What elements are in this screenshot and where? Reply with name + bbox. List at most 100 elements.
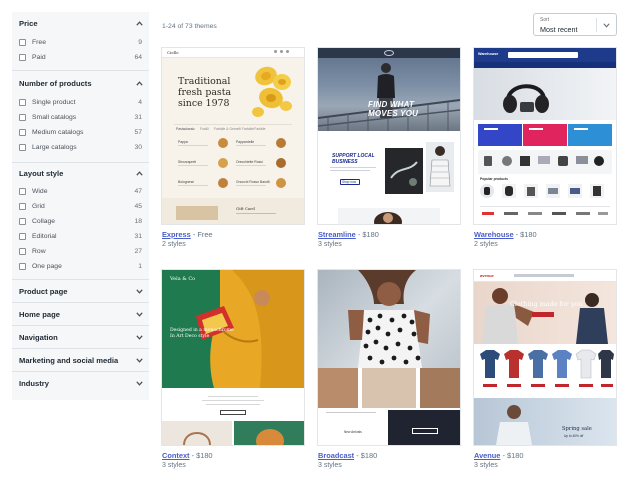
- filter-option[interactable]: One page 1: [19, 261, 142, 271]
- preview-tile: [362, 368, 416, 408]
- theme-card[interactable]: Cielle Traditional fresh pasta since 197…: [162, 48, 304, 250]
- preview-product: [558, 156, 568, 166]
- filter-option-label: Free: [32, 38, 46, 46]
- filter-section-title[interactable]: Home page: [19, 310, 60, 319]
- theme-name-link[interactable]: Broadcast: [318, 451, 354, 460]
- preview-brand-logo: [504, 212, 518, 215]
- checkbox[interactable]: [19, 113, 26, 121]
- checkbox[interactable]: [19, 143, 26, 151]
- filter-option[interactable]: Wide 47: [19, 186, 142, 196]
- filter-option[interactable]: Row 27: [19, 246, 142, 256]
- preview-line: [574, 128, 588, 130]
- theme-name-link[interactable]: Context: [162, 451, 190, 460]
- chevron-down-icon[interactable]: [603, 23, 610, 28]
- preview-button-label: Shop now: [342, 179, 357, 184]
- preview-line: [236, 165, 266, 166]
- filter-option[interactable]: Large catalogs 30: [19, 142, 142, 152]
- filter-section-title[interactable]: Navigation: [19, 333, 58, 342]
- filter-section-number-of-products: Number of products Single product 4 Smal…: [12, 71, 149, 163]
- checkbox[interactable]: [19, 202, 26, 210]
- filter-option[interactable]: Editorial 31: [19, 231, 142, 241]
- preview-brand-logo: [482, 212, 494, 215]
- filter-section-title[interactable]: Layout style: [19, 169, 63, 178]
- theme-card[interactable]: New Arrivals Broadcast - $180 3 styles: [318, 270, 460, 471]
- sort-select[interactable]: Sort Most recent: [533, 13, 617, 36]
- checkbox[interactable]: [19, 247, 26, 255]
- checkbox[interactable]: [19, 187, 26, 195]
- checkbox[interactable]: [19, 38, 26, 46]
- theme-name-link[interactable]: Streamline: [318, 230, 356, 239]
- preview-product: [520, 156, 530, 166]
- checkbox[interactable]: [19, 217, 26, 225]
- chevron-down-icon[interactable]: [136, 289, 143, 294]
- checkbox[interactable]: [19, 232, 26, 240]
- preview-headline-1: Designed in a monochrome: [170, 328, 234, 333]
- filter-section-title[interactable]: Number of products: [19, 79, 92, 88]
- preview-headphones: [503, 84, 549, 113]
- filter-option-count: 47: [134, 187, 142, 195]
- theme-preview-image[interactable]: Warehouse Popular products: [474, 48, 616, 224]
- chevron-down-icon[interactable]: [136, 312, 143, 317]
- filter-section-title[interactable]: Product page: [19, 287, 68, 296]
- filter-option[interactable]: Medium catalogs 57: [19, 127, 142, 137]
- checkbox[interactable]: [19, 262, 26, 270]
- theme-styles-count: 3 styles: [318, 462, 342, 469]
- preview-tab: Fusilli: [200, 127, 209, 131]
- filter-section-title[interactable]: Industry: [19, 379, 49, 388]
- preview-brand: avenue: [480, 273, 494, 278]
- filter-option[interactable]: Small catalogs 31: [19, 112, 142, 122]
- filter-section-title[interactable]: Price: [19, 19, 38, 28]
- theme-card[interactable]: avenue Clothing made for you Spring sale…: [474, 270, 616, 471]
- preview-product: [484, 156, 492, 166]
- theme-price: $180: [360, 451, 378, 460]
- preview-menu-item: Pappa: [178, 140, 188, 144]
- theme-card[interactable]: Vela & Co Designed in a monochrome In Ar…: [162, 270, 304, 471]
- preview-button: [412, 428, 438, 434]
- theme-name-link[interactable]: Avenue: [474, 451, 500, 460]
- theme-meta: Express - Free: [162, 230, 304, 240]
- preview-line: [178, 145, 208, 146]
- filter-section-navigation[interactable]: Navigation: [12, 326, 149, 349]
- filter-option[interactable]: Single product 4: [19, 97, 142, 107]
- filter-section-marketing[interactable]: Marketing and social media: [12, 349, 149, 372]
- filter-option[interactable]: Free 9: [19, 37, 142, 47]
- preview-model: [256, 429, 284, 445]
- preview-tile: [420, 368, 460, 408]
- theme-name-link[interactable]: Warehouse: [474, 230, 514, 239]
- chevron-up-icon[interactable]: [136, 81, 143, 86]
- filter-section-industry[interactable]: Industry: [12, 372, 149, 395]
- preview-line: [236, 145, 266, 146]
- chevron-up-icon[interactable]: [136, 171, 143, 176]
- theme-preview-image[interactable]: New Arrivals: [318, 270, 460, 445]
- preview-hero-figure: [348, 270, 430, 368]
- theme-preview-image[interactable]: avenue Clothing made for you Spring sale…: [474, 270, 616, 445]
- theme-preview-image[interactable]: Vela & Co Designed in a monochrome In Ar…: [162, 270, 304, 445]
- theme-card[interactable]: FIND WHAT MOVES YOU SUPPORT LOCAL BUSINE…: [318, 48, 460, 250]
- preview-footer-image: [176, 206, 218, 220]
- theme-preview-image[interactable]: Cielle Traditional fresh pasta since 197…: [162, 48, 304, 224]
- preview-promo-figure: [496, 405, 532, 445]
- preview-footer-title: Gift Card: [236, 206, 255, 211]
- theme-name-link[interactable]: Express: [162, 230, 191, 239]
- checkbox[interactable]: [19, 128, 26, 136]
- theme-preview-image[interactable]: FIND WHAT MOVES YOU SUPPORT LOCAL BUSINE…: [318, 48, 460, 224]
- chevron-up-icon[interactable]: [136, 21, 143, 26]
- checkbox[interactable]: [19, 98, 26, 106]
- results-count: 1-24 of 73 themes: [162, 23, 217, 30]
- theme-styles-count: 3 styles: [318, 241, 342, 248]
- chevron-down-icon[interactable]: [136, 358, 143, 363]
- filter-option[interactable]: Collage 18: [19, 216, 142, 226]
- filter-option[interactable]: Grid 45: [19, 201, 142, 211]
- preview-brand-logo: [598, 212, 608, 215]
- preview-tile: [318, 368, 358, 408]
- filter-section-product-page[interactable]: Product page: [12, 280, 149, 303]
- filter-section-home-page[interactable]: Home page: [12, 303, 149, 326]
- filter-section-title[interactable]: Marketing and social media: [19, 356, 118, 365]
- preview-dish: [276, 138, 286, 148]
- chevron-down-icon[interactable]: [136, 381, 143, 386]
- chevron-down-icon[interactable]: [136, 335, 143, 340]
- filter-option[interactable]: Paid 64: [19, 52, 142, 62]
- preview-brand-logo: [528, 212, 542, 215]
- theme-card[interactable]: Warehouse Popular products Warehouse - $…: [474, 48, 616, 250]
- checkbox[interactable]: [19, 53, 26, 61]
